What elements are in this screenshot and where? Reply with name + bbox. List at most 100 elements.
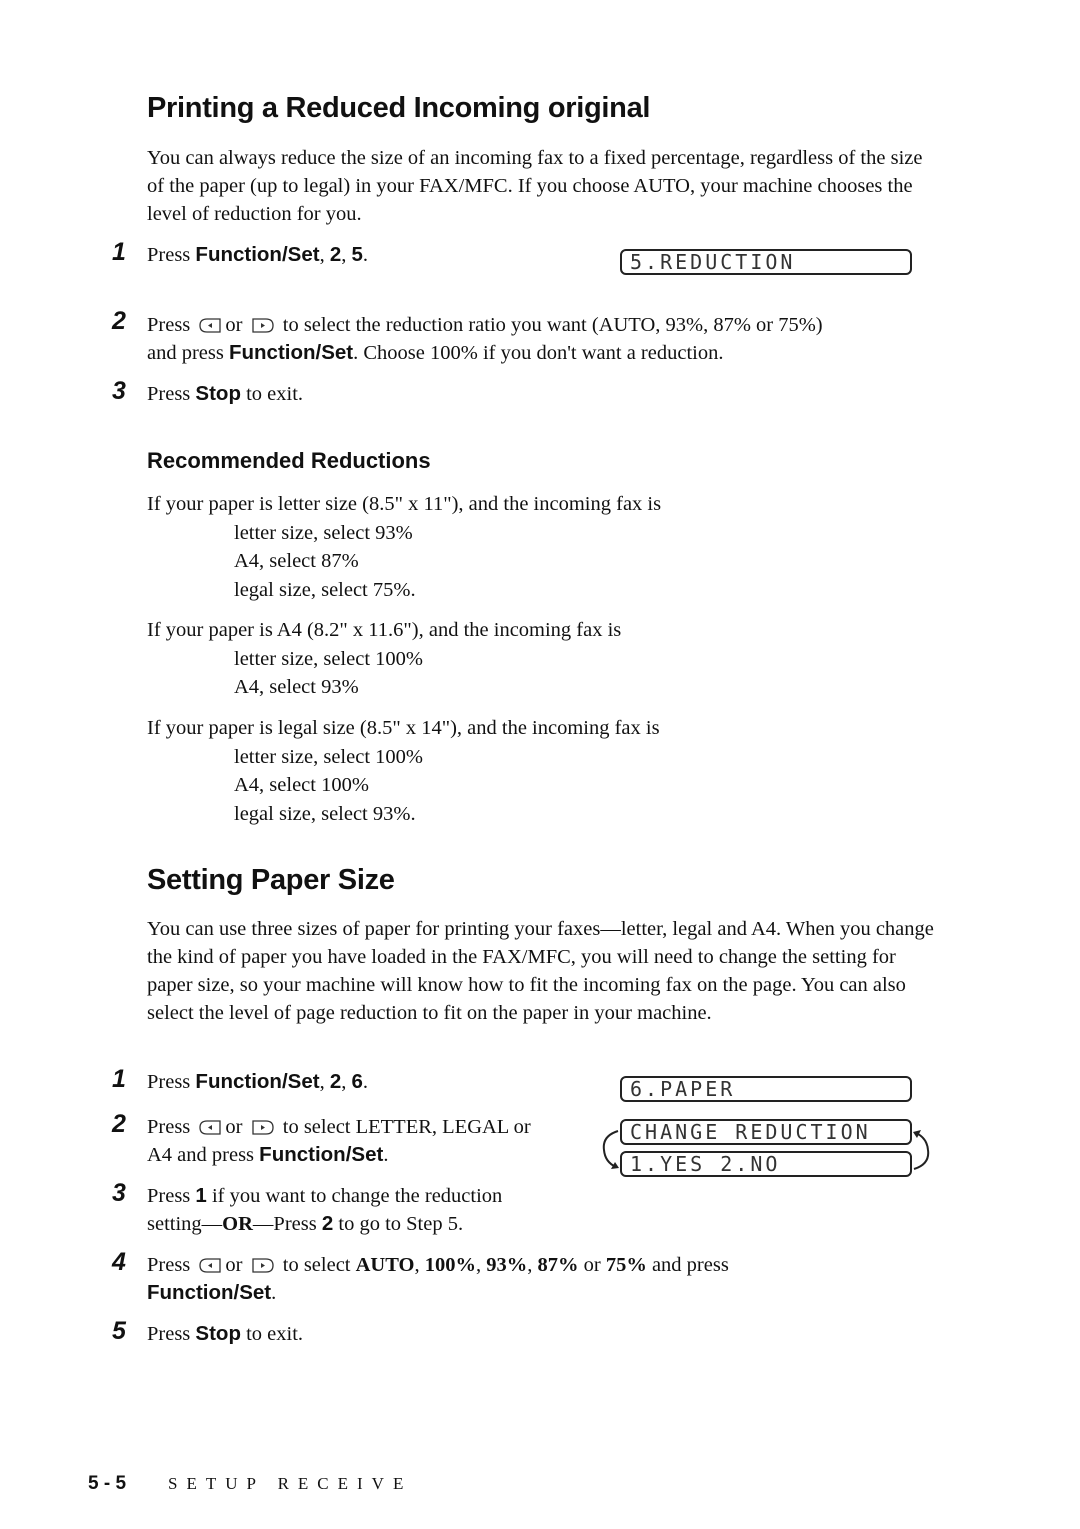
or-text: or: [225, 314, 243, 336]
left-arrow-key-icon: [199, 1120, 222, 1135]
step-number: 3: [112, 1179, 126, 1207]
step-text: —Press: [252, 1213, 322, 1235]
step-text: if you want to change the reduction: [206, 1185, 503, 1207]
or-emphasis: OR: [222, 1213, 253, 1235]
chapter-title: SETUP RECEIVE: [168, 1474, 413, 1493]
period: .: [362, 244, 368, 266]
step-number: 2: [112, 1110, 126, 1138]
step-5-text: Press Stop to exit.: [147, 1320, 303, 1348]
option-93: 93%: [486, 1254, 528, 1276]
step-number: 4: [112, 1248, 126, 1276]
step-text: to select LETTER, LEGAL or: [282, 1116, 531, 1138]
or-text: or: [578, 1254, 606, 1276]
step-text: Press: [147, 1116, 191, 1138]
right-arrow-key-icon: [251, 1258, 274, 1273]
step-number: 2: [112, 307, 126, 335]
separator: ,: [341, 1071, 352, 1093]
cycle-arrow-left-icon: [602, 1130, 619, 1169]
section-title-reduced: Printing a Reduced Incoming original: [147, 92, 651, 124]
step-text: to go to Step 5.: [333, 1213, 464, 1235]
group-lead: If your paper is letter size (8.5" x 11"…: [147, 493, 662, 515]
step-number: 3: [112, 377, 126, 405]
option-75: 75%: [605, 1254, 647, 1276]
key-function-set: Function/Set: [228, 341, 354, 364]
section-title-paper-size: Setting Paper Size: [147, 864, 395, 896]
period: .: [271, 1282, 277, 1304]
key-2: 2: [329, 243, 342, 266]
or-text: or: [225, 1254, 243, 1276]
step-text: and press: [646, 1254, 729, 1276]
step-1-text: Press Function/Set, 2, 6.: [147, 1068, 368, 1096]
key-function-set: Function/Set: [147, 1281, 272, 1304]
key-1: 1: [195, 1184, 207, 1207]
separator: ,: [319, 244, 330, 266]
step-text: Press: [147, 1185, 196, 1207]
separator: ,: [414, 1254, 425, 1276]
step-number: 1: [112, 238, 126, 266]
separator: ,: [341, 244, 352, 266]
step-text: Press: [147, 1071, 196, 1093]
page-number: 5 - 5: [88, 1473, 127, 1494]
step-text: Press: [147, 314, 191, 336]
lcd-display-change-reduction: CHANGE REDUCTION: [620, 1119, 912, 1145]
option-87: 87%: [537, 1254, 579, 1276]
step-number: 5: [112, 1317, 126, 1345]
subheading-recommended: Recommended Reductions: [147, 448, 431, 473]
step-text: . Choose 100% if you don't want a reduct…: [353, 342, 724, 364]
key-6: 6: [351, 1070, 363, 1093]
step-text: Press: [147, 383, 196, 405]
step-2-text: Press or to select the reduction ratio y…: [147, 311, 947, 367]
or-text: or: [225, 1116, 243, 1138]
key-stop: Stop: [195, 382, 241, 405]
step-text: to exit.: [240, 383, 304, 405]
list-item: legal size, select 93%.: [234, 803, 416, 825]
list-item: A4, select 87%: [234, 550, 359, 572]
step-text: to select the reduction ratio you want (…: [282, 314, 823, 336]
option-auto: AUTO: [355, 1254, 415, 1276]
lcd-display-paper: 6.PAPER: [620, 1076, 912, 1102]
step-text: to select: [282, 1254, 356, 1276]
separator: ,: [319, 1071, 330, 1093]
list-item: A4, select 93%: [234, 676, 359, 698]
step-2-text: Press or to select LETTER, LEGAL or A4 a…: [147, 1113, 597, 1169]
group-lead: If your paper is A4 (8.2" x 11.6"), and …: [147, 619, 622, 641]
right-arrow-key-icon: [251, 318, 274, 333]
section-intro-paper-size: You can use three sizes of paper for pri…: [147, 918, 934, 1024]
lcd-display-reduction: 5.REDUCTION: [620, 249, 912, 275]
step-4-text: Press or to select AUTO, 100%, 93%, 87% …: [147, 1251, 947, 1307]
left-arrow-key-icon: [199, 318, 222, 333]
step-1-text: Press Function/Set, 2, 5.: [147, 241, 368, 269]
period: .: [362, 1071, 368, 1093]
list-item: letter size, select 100%: [234, 648, 423, 670]
step-text: Press: [147, 1254, 191, 1276]
step-3-text: Press 1 if you want to change the reduct…: [147, 1182, 597, 1238]
key-2: 2: [329, 1070, 342, 1093]
period: .: [383, 1144, 389, 1166]
step-3-text: Press Stop to exit.: [147, 380, 303, 408]
key-5: 5: [351, 243, 363, 266]
step-number: 1: [112, 1065, 126, 1093]
list-item: letter size, select 93%: [234, 522, 413, 544]
key-2: 2: [321, 1212, 334, 1235]
step-text: and press: [147, 342, 229, 364]
option-100: 100%: [424, 1254, 476, 1276]
step-text: Press: [147, 244, 196, 266]
lcd-display-yes-no: 1.YES 2.NO: [620, 1151, 912, 1177]
separator: ,: [527, 1254, 538, 1276]
key-function-set: Function/Set: [195, 243, 320, 266]
list-item: letter size, select 100%: [234, 746, 423, 768]
list-item: A4, select 100%: [234, 774, 369, 796]
group-lead: If your paper is legal size (8.5" x 14")…: [147, 717, 660, 739]
cycle-arrow-right-icon: [913, 1130, 930, 1170]
list-item: legal size, select 75%.: [234, 579, 416, 601]
right-arrow-key-icon: [251, 1120, 274, 1135]
step-text: Press: [147, 1323, 196, 1345]
section-intro-reduced: You can always reduce the size of an inc…: [147, 147, 923, 225]
key-function-set: Function/Set: [259, 1143, 384, 1166]
step-text: setting—: [147, 1213, 223, 1235]
left-arrow-key-icon: [199, 1258, 222, 1273]
step-text: A4 and press: [147, 1144, 260, 1166]
key-stop: Stop: [195, 1322, 241, 1345]
key-function-set: Function/Set: [195, 1070, 320, 1093]
separator: ,: [475, 1254, 487, 1276]
